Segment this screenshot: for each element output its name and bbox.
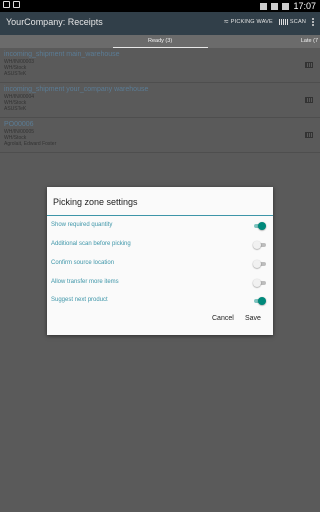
receipt-partner: Agrolait, Edward Foster [4, 141, 57, 147]
show-required-quantity-toggle[interactable] [253, 222, 266, 230]
wave-icon: ≈ [224, 17, 229, 26]
suggest-next-product-toggle[interactable] [253, 297, 266, 305]
save-button[interactable]: Save [245, 315, 261, 322]
allow-transfer-more-toggle[interactable] [253, 279, 266, 287]
scan-label: SCAN [289, 18, 306, 25]
notification-icons [3, 1, 20, 8]
option-additional-scan[interactable]: Additional scan before picking [51, 238, 269, 252]
bluetooth-icon [260, 2, 268, 10]
option-label: Confirm source location [51, 260, 115, 266]
barcode-icon [305, 62, 313, 68]
list-item[interactable]: PO00006 WH/IN/00005 WH/Stock Agrolait, E… [0, 118, 320, 153]
dialog-divider [47, 215, 273, 216]
tab-late[interactable]: Late (7 [301, 38, 318, 44]
receipt-partner: ASUSTeK [4, 106, 27, 112]
page-title: YourCompany: Receipts [6, 17, 103, 27]
option-label: Allow transfer more items [51, 279, 119, 285]
option-allow-transfer-more[interactable]: Allow transfer more items [51, 276, 269, 290]
picking-zone-settings-dialog: Picking zone settings Show required quan… [47, 187, 273, 335]
dialog-title: Picking zone settings [53, 197, 138, 207]
wifi-icon [271, 2, 279, 10]
option-label: Suggest next product [51, 297, 108, 303]
option-suggest-next-product[interactable]: Suggest next product [51, 294, 269, 308]
tab-ready[interactable]: Ready (3) [148, 38, 172, 44]
status-bar: 17:07 [0, 0, 320, 12]
receipt-name: PO00006 [4, 121, 34, 128]
confirm-source-location-toggle[interactable] [253, 260, 266, 268]
barcode-icon [278, 18, 288, 25]
barcode-icon [305, 97, 313, 103]
receipt-name: incoming_shipment your_company warehouse [4, 86, 149, 93]
scan-button[interactable]: SCAN [278, 18, 306, 25]
notification-icon [3, 1, 10, 8]
cancel-button[interactable]: Cancel [212, 315, 234, 322]
battery-icon [282, 2, 290, 10]
picking-wave-label: PICKING WAVE [230, 18, 273, 25]
list-item[interactable]: incoming_shipment main_warehouse WH/IN/0… [0, 48, 320, 83]
receipt-partner: ASUSTeK [4, 71, 27, 77]
receipt-list: incoming_shipment main_warehouse WH/IN/0… [0, 48, 320, 153]
additional-scan-toggle[interactable] [253, 241, 266, 249]
status-time: 17:07 [293, 1, 316, 11]
option-label: Show required quantity [51, 222, 113, 228]
option-confirm-source-location[interactable]: Confirm source location [51, 257, 269, 271]
overflow-menu-icon[interactable] [312, 17, 314, 26]
app-bar: YourCompany: Receipts ≈ PICKING WAVE SCA… [0, 12, 320, 35]
option-show-required-quantity[interactable]: Show required quantity [51, 219, 269, 233]
tab-bar: Ready (3) Late (7 [0, 35, 320, 48]
option-label: Additional scan before picking [51, 241, 131, 247]
notification-icon [13, 1, 20, 8]
receipt-name: incoming_shipment main_warehouse [4, 51, 120, 58]
list-item[interactable]: incoming_shipment your_company warehouse… [0, 83, 320, 118]
picking-wave-button[interactable]: ≈ PICKING WAVE [224, 17, 273, 26]
barcode-icon [305, 132, 313, 138]
